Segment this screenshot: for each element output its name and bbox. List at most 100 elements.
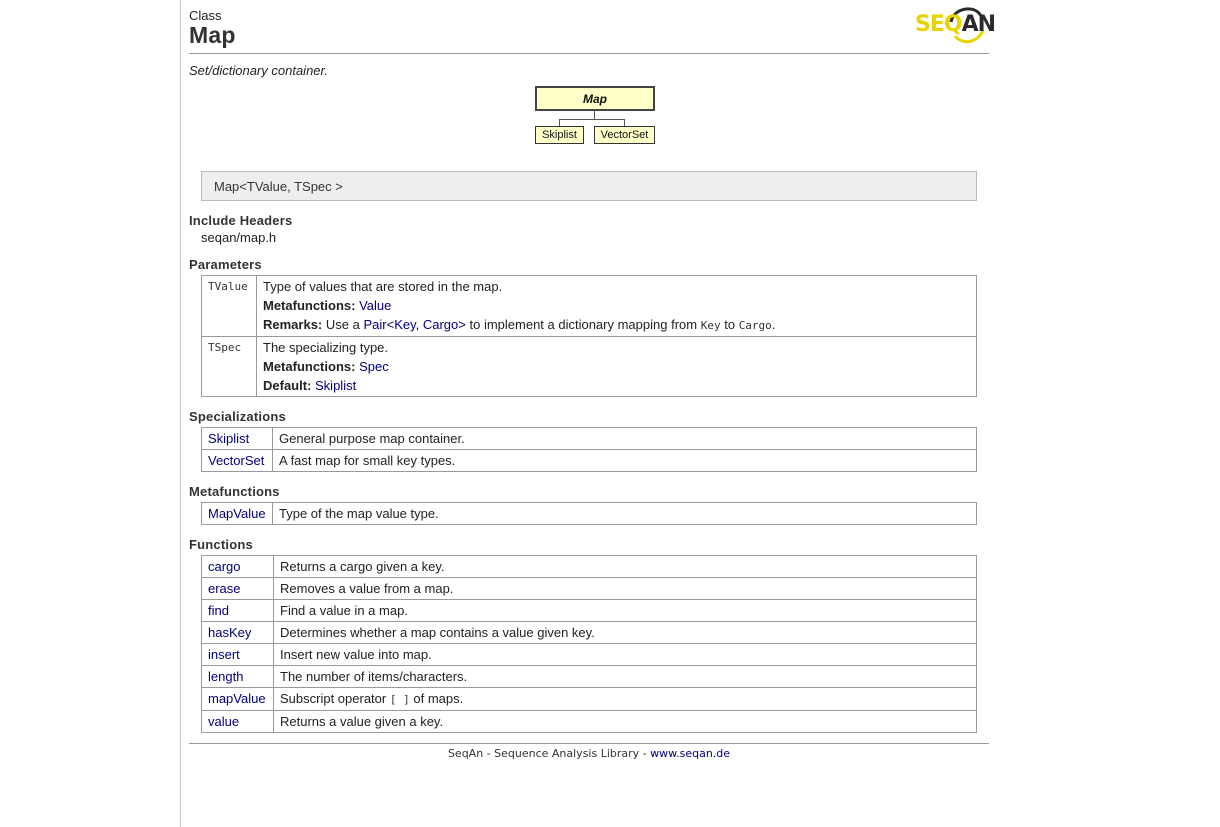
table-row: TValue Type of values that are stored in… — [201, 275, 977, 337]
function-desc: Removes a value from a map. — [273, 577, 977, 600]
footer-text: SeqAn - Sequence Analysis Library - — [447, 747, 651, 760]
param-metafunctions: Metafunctions: Value — [263, 296, 970, 315]
logo-text-seq: SEQ — [915, 12, 963, 37]
remarks-text-mid: to implement a dictionary mapping from — [469, 317, 698, 332]
metafunction-link-cell: MapValue — [201, 502, 273, 525]
hierarchy-connector — [624, 119, 625, 126]
function-link-find[interactable]: find — [208, 603, 229, 618]
parameters-title: Parameters — [189, 257, 262, 272]
metafunction-link-mapvalue[interactable]: MapValue — [208, 506, 266, 521]
param-desc: Type of values that are stored in the ma… — [263, 279, 503, 294]
specialization-link-vectorset[interactable]: VectorSet — [208, 453, 264, 468]
function-desc: Find a value in a map. — [273, 599, 977, 622]
hierarchy-child-vectorset[interactable]: VectorSet — [594, 126, 655, 144]
param-metafunctions: Metafunctions: Spec — [263, 357, 970, 376]
specializations-table: Skiplist General purpose map container. … — [201, 427, 977, 472]
remarks-text-end: . — [771, 317, 776, 332]
function-link-cell: find — [201, 599, 274, 622]
function-link-cell: value — [201, 710, 274, 733]
table-row: find Find a value in a map. — [201, 599, 977, 622]
specialization-link-skiplist[interactable]: Skiplist — [208, 431, 249, 446]
metafunction-link-value[interactable]: Value — [359, 298, 391, 313]
subscript-operator-code: [ ] — [389, 693, 410, 706]
table-row: insert Insert new value into map. — [201, 643, 977, 666]
function-desc: Returns a cargo given a key. — [273, 555, 977, 578]
table-row: MapValue Type of the map value type. — [201, 502, 977, 525]
table-row: erase Removes a value from a map. — [201, 577, 977, 600]
function-link-erase[interactable]: erase — [208, 581, 241, 596]
left-border — [180, 0, 181, 827]
specialization-link: Skiplist — [201, 427, 273, 450]
logo-text-an: AN — [961, 12, 996, 37]
hierarchy-root-map[interactable]: Map — [535, 86, 655, 111]
class-hierarchy-diagram: Map Skiplist VectorSet — [189, 86, 989, 158]
parameters-table: TValue Type of values that are stored in… — [201, 275, 977, 397]
function-desc: Insert new value into map. — [273, 643, 977, 666]
table-row: value Returns a value given a key. — [201, 710, 977, 733]
functions-table: cargo Returns a cargo given a key. erase… — [201, 555, 977, 733]
remarks-label: Remarks: — [263, 317, 323, 332]
specialization-link: VectorSet — [201, 449, 273, 472]
metafunction-link-spec[interactable]: Spec — [359, 359, 389, 374]
function-link-insert[interactable]: insert — [208, 647, 240, 662]
metafunctions-title: Metafunctions — [189, 484, 280, 499]
function-link-cargo[interactable]: cargo — [208, 559, 241, 574]
functions-title: Functions — [189, 537, 253, 552]
table-row: VectorSet A fast map for small key types… — [201, 449, 977, 472]
logo-text: SEQAN — [915, 12, 996, 37]
function-link-cell: mapValue — [201, 687, 274, 711]
page-header: Class Map SEQAN — [189, 0, 996, 54]
table-row: TSpec The specializing type. Metafunctio… — [201, 336, 977, 397]
param-desc: The specializing type. — [263, 340, 389, 355]
function-desc: Returns a value given a key. — [273, 710, 977, 733]
seqan-logo[interactable]: SEQAN — [915, 2, 996, 46]
hierarchy-connector — [594, 111, 595, 119]
table-row: cargo Returns a cargo given a key. — [201, 555, 977, 578]
remarks-text-pre: Use a — [325, 317, 360, 332]
pair-link[interactable]: Pair<Key, Cargo> — [363, 317, 465, 332]
entity-kind: Class — [189, 8, 222, 23]
page-title: Map — [189, 22, 236, 48]
hierarchy-connector — [559, 119, 560, 126]
doc-page: Class Map SEQAN Set/dictionary container… — [189, 0, 996, 760]
specialization-desc: A fast map for small key types. — [272, 449, 977, 472]
param-desc-cell: The specializing type. Metafunctions: Sp… — [256, 336, 977, 397]
hierarchy-connector — [559, 119, 625, 120]
function-link-cell: length — [201, 665, 274, 688]
function-link-cell: cargo — [201, 555, 274, 578]
function-link-value[interactable]: value — [208, 714, 239, 729]
default-label: Default: — [263, 378, 312, 393]
param-name: TSpec — [201, 336, 257, 397]
function-link-cell: erase — [201, 577, 274, 600]
table-row: hasKey Determines whether a map contains… — [201, 621, 977, 644]
function-link-cell: hasKey — [201, 621, 274, 644]
remarks-code-cargo: Cargo — [738, 319, 772, 332]
include-headers-title: Include Headers — [189, 213, 293, 228]
metafunctions-label: Metafunctions: — [263, 359, 356, 374]
metafunctions-table: MapValue Type of the map value type. — [201, 502, 977, 525]
table-row: mapValue Subscript operator [ ] of maps. — [201, 687, 977, 711]
class-summary: Set/dictionary container. — [189, 63, 328, 78]
include-header-value: seqan/map.h — [201, 230, 277, 245]
table-row: length The number of items/characters. — [201, 665, 977, 688]
default-link-skiplist[interactable]: Skiplist — [315, 378, 356, 393]
param-desc-cell: Type of values that are stored in the ma… — [256, 275, 977, 337]
function-link-length[interactable]: length — [208, 669, 243, 684]
table-row: Skiplist General purpose map container. — [201, 427, 977, 450]
remarks-text-to: to — [724, 317, 736, 332]
metafunctions-label: Metafunctions: — [263, 298, 356, 313]
function-link-mapvalue[interactable]: mapValue — [208, 691, 266, 706]
param-default: Default: Skiplist — [263, 376, 970, 395]
hierarchy-child-skiplist[interactable]: Skiplist — [535, 126, 584, 144]
footer-website-link[interactable]: www.seqan.de — [650, 747, 730, 760]
remarks-code-key: Key — [700, 319, 721, 332]
function-link-haskey[interactable]: hasKey — [208, 625, 251, 640]
page-footer: SeqAn - Sequence Analysis Library - www.… — [189, 743, 989, 760]
function-desc-post: of maps. — [413, 691, 464, 706]
function-desc: Subscript operator [ ] of maps. — [273, 687, 977, 711]
param-name: TValue — [201, 275, 257, 337]
function-desc: The number of items/characters. — [273, 665, 977, 688]
function-desc-pre: Subscript operator — [280, 691, 387, 706]
param-remarks: Remarks: Use a Pair<Key, Cargo> to imple… — [263, 315, 970, 335]
specialization-desc: General purpose map container. — [272, 427, 977, 450]
